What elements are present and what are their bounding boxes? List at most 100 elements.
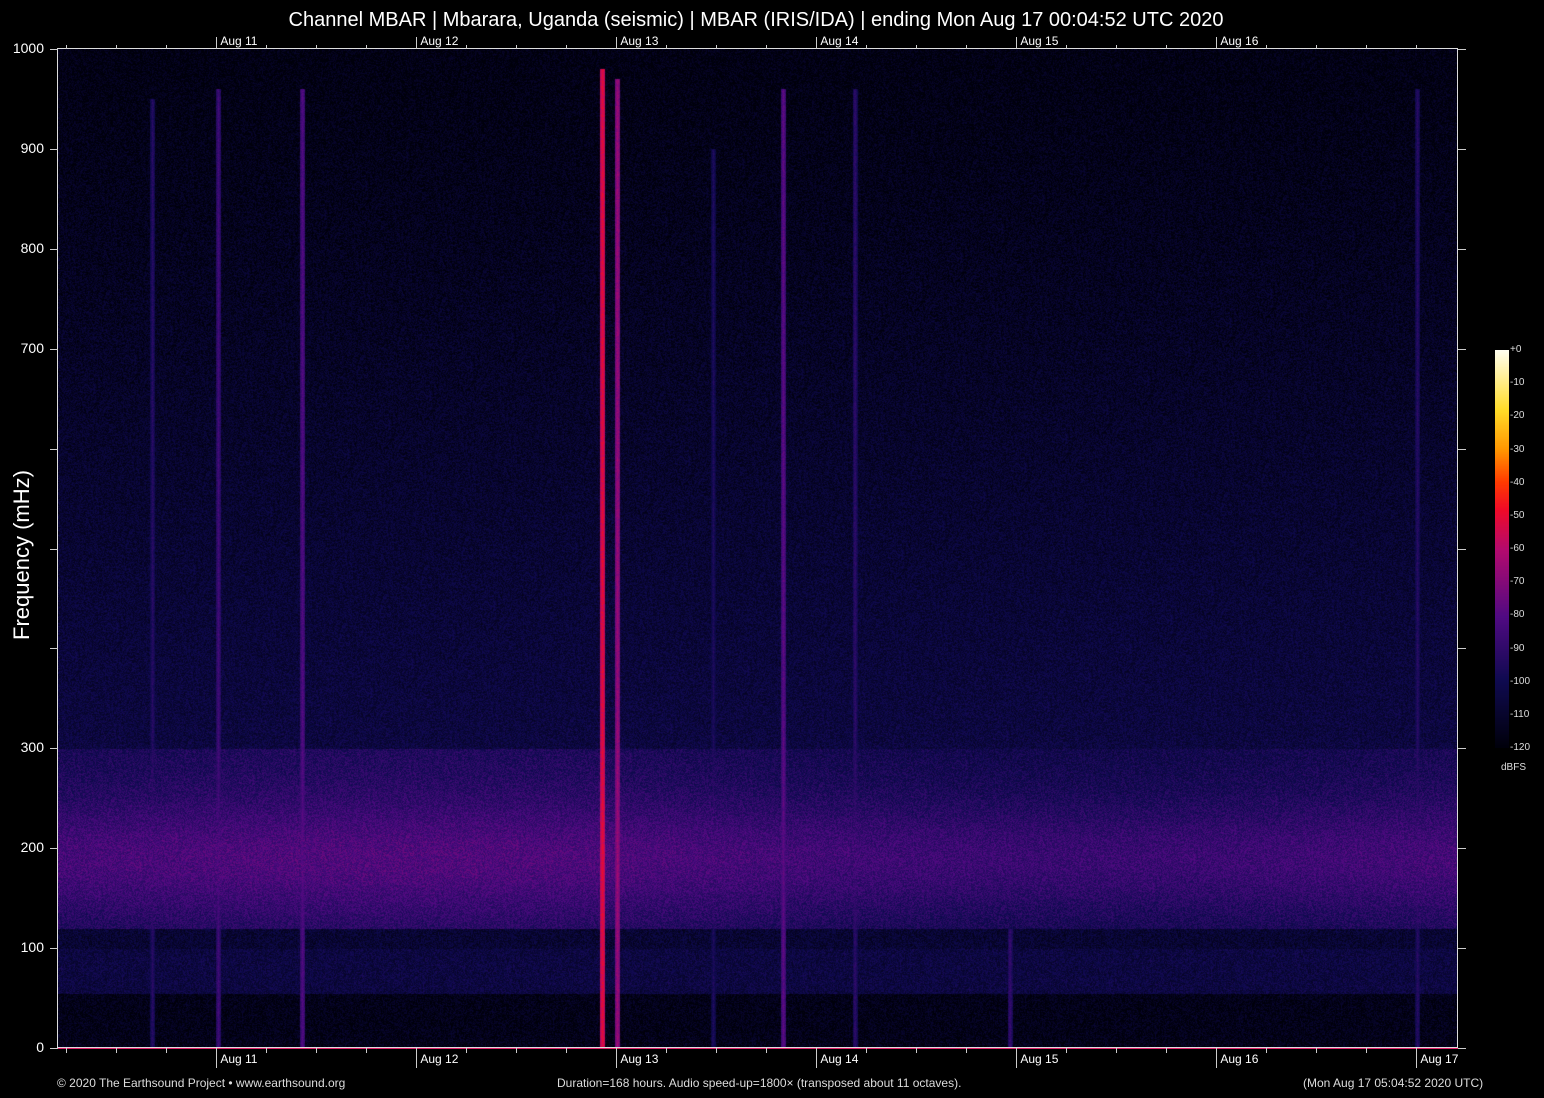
y-tick-right (1458, 848, 1466, 850)
x-minor-tick-top (66, 45, 67, 49)
x-major-tick-top (416, 37, 418, 49)
colorbar-tick-label: +0 (1510, 344, 1522, 355)
x-minor-tick-top (1366, 45, 1367, 49)
y-tick (50, 848, 58, 850)
y-tick-right (1458, 1048, 1466, 1049)
x-minor-tick (116, 1048, 117, 1053)
y-axis-title: Frequency (mHz) (9, 470, 34, 640)
x-minor-tick-top (1116, 45, 1117, 49)
x-minor-tick (916, 1048, 917, 1053)
x-minor-tick-top (266, 45, 267, 49)
x-minor-tick (316, 1048, 317, 1053)
colorbar-tick-label: -80 (1510, 609, 1525, 621)
x-major-tick-top (216, 37, 218, 49)
y-tick (50, 148, 58, 150)
y-tick (50, 548, 58, 550)
x-major-tick (1216, 1048, 1218, 1068)
colorbar-tick-label: -40 (1510, 476, 1525, 488)
x-minor-tick (1166, 1048, 1167, 1053)
y-tick-label: 200 (20, 839, 44, 856)
colorbar-tick-label: -60 (1510, 543, 1525, 554)
timestamp-text: (Mon Aug 17 05:04:52 2020 UTC) (1303, 1076, 1484, 1090)
y-tick-label: 1000 (12, 40, 44, 56)
x-minor-tick (666, 1048, 667, 1053)
x-tick-label-top: Aug 14 (820, 34, 859, 48)
colorbar-tick-label: -120 (1510, 742, 1531, 753)
x-minor-tick-top (1316, 45, 1317, 49)
x-tick-label: Aug 17 (1420, 1052, 1459, 1066)
y-tick-right (1458, 348, 1466, 350)
y-tick-label: 300 (20, 739, 44, 756)
x-major-tick (216, 1048, 218, 1068)
x-minor-tick-top (166, 45, 167, 49)
x-tick-label: Aug 14 (820, 1052, 859, 1066)
x-minor-tick-top (766, 45, 767, 49)
duration-text: Duration=168 hours. Audio speed-up=1800×… (557, 1076, 962, 1090)
zero-baseline (58, 1047, 1458, 1049)
colorbar-tick-label: -100 (1510, 675, 1531, 687)
x-minor-tick-top (116, 45, 117, 49)
y-tick (50, 248, 58, 250)
x-minor-tick (1316, 1048, 1317, 1053)
y-tick-label: 0 (36, 1039, 44, 1055)
x-major-tick-top (1216, 37, 1218, 49)
y-tick-label: 900 (20, 139, 44, 156)
y-tick-right (1458, 948, 1466, 950)
x-minor-tick-top (466, 45, 467, 49)
x-minor-tick-top (966, 45, 967, 49)
x-minor-tick (166, 1048, 167, 1053)
x-minor-tick (966, 1048, 967, 1053)
y-tick-right (1458, 548, 1466, 550)
x-tick-label: Aug 15 (1020, 1052, 1059, 1066)
x-tick-label-top: Aug 16 (1220, 34, 1259, 48)
y-tick-right (1458, 448, 1466, 450)
x-minor-tick-top (866, 45, 867, 49)
copyright-text: © 2020 The Earthsound Project • www.eart… (57, 1076, 346, 1090)
chart-title: Channel MBAR | Mbarara, Uganda (seismic)… (288, 9, 1224, 31)
x-minor-tick (1366, 1048, 1367, 1053)
y-tick (50, 448, 58, 450)
x-minor-tick-top (516, 45, 517, 49)
x-major-tick-top (816, 37, 818, 49)
colorbar-tick-label: -90 (1510, 642, 1525, 654)
x-minor-tick (516, 1048, 517, 1053)
x-minor-tick-top (916, 45, 917, 49)
x-minor-tick (766, 1048, 767, 1053)
x-minor-tick-top (316, 45, 317, 49)
y-tick-label: 800 (20, 239, 44, 256)
colorbar-tick-label: -10 (1510, 377, 1525, 389)
x-major-tick (416, 1048, 418, 1068)
x-tick-label-top: Aug 13 (620, 34, 659, 48)
x-minor-tick (1066, 1048, 1067, 1053)
x-tick-label-top: Aug 15 (1020, 34, 1059, 48)
y-tick-right (1458, 748, 1466, 750)
x-minor-tick (866, 1048, 867, 1053)
x-minor-tick-top (666, 45, 667, 49)
x-major-tick-top (1016, 37, 1018, 49)
y-tick (50, 748, 58, 750)
x-tick-label: Aug 13 (620, 1052, 659, 1066)
x-minor-tick (566, 1048, 567, 1053)
y-tick-right (1458, 648, 1466, 650)
x-minor-tick-top (1166, 45, 1167, 49)
x-major-tick (816, 1048, 818, 1068)
x-major-tick (1016, 1048, 1018, 1068)
x-minor-tick-top (716, 45, 717, 49)
x-minor-tick-top (566, 45, 567, 49)
y-tick-label: 700 (20, 339, 44, 356)
x-minor-tick (716, 1048, 717, 1053)
x-minor-tick-top (1416, 45, 1417, 49)
colorbar-tick-label: -30 (1510, 443, 1525, 455)
x-tick-label: Aug 11 (220, 1052, 258, 1066)
x-minor-tick (66, 1048, 67, 1053)
x-tick-label-top: Aug 11 (220, 34, 258, 48)
x-minor-tick-top (1066, 45, 1067, 49)
x-minor-tick (1266, 1048, 1267, 1053)
x-minor-tick-top (366, 45, 367, 49)
x-major-tick (1416, 1048, 1418, 1068)
y-tick (50, 948, 58, 950)
spectrogram-heatmap (58, 49, 1458, 1048)
y-tick (50, 348, 58, 350)
y-tick (50, 1048, 58, 1049)
x-tick-label-top: Aug 12 (420, 34, 459, 48)
